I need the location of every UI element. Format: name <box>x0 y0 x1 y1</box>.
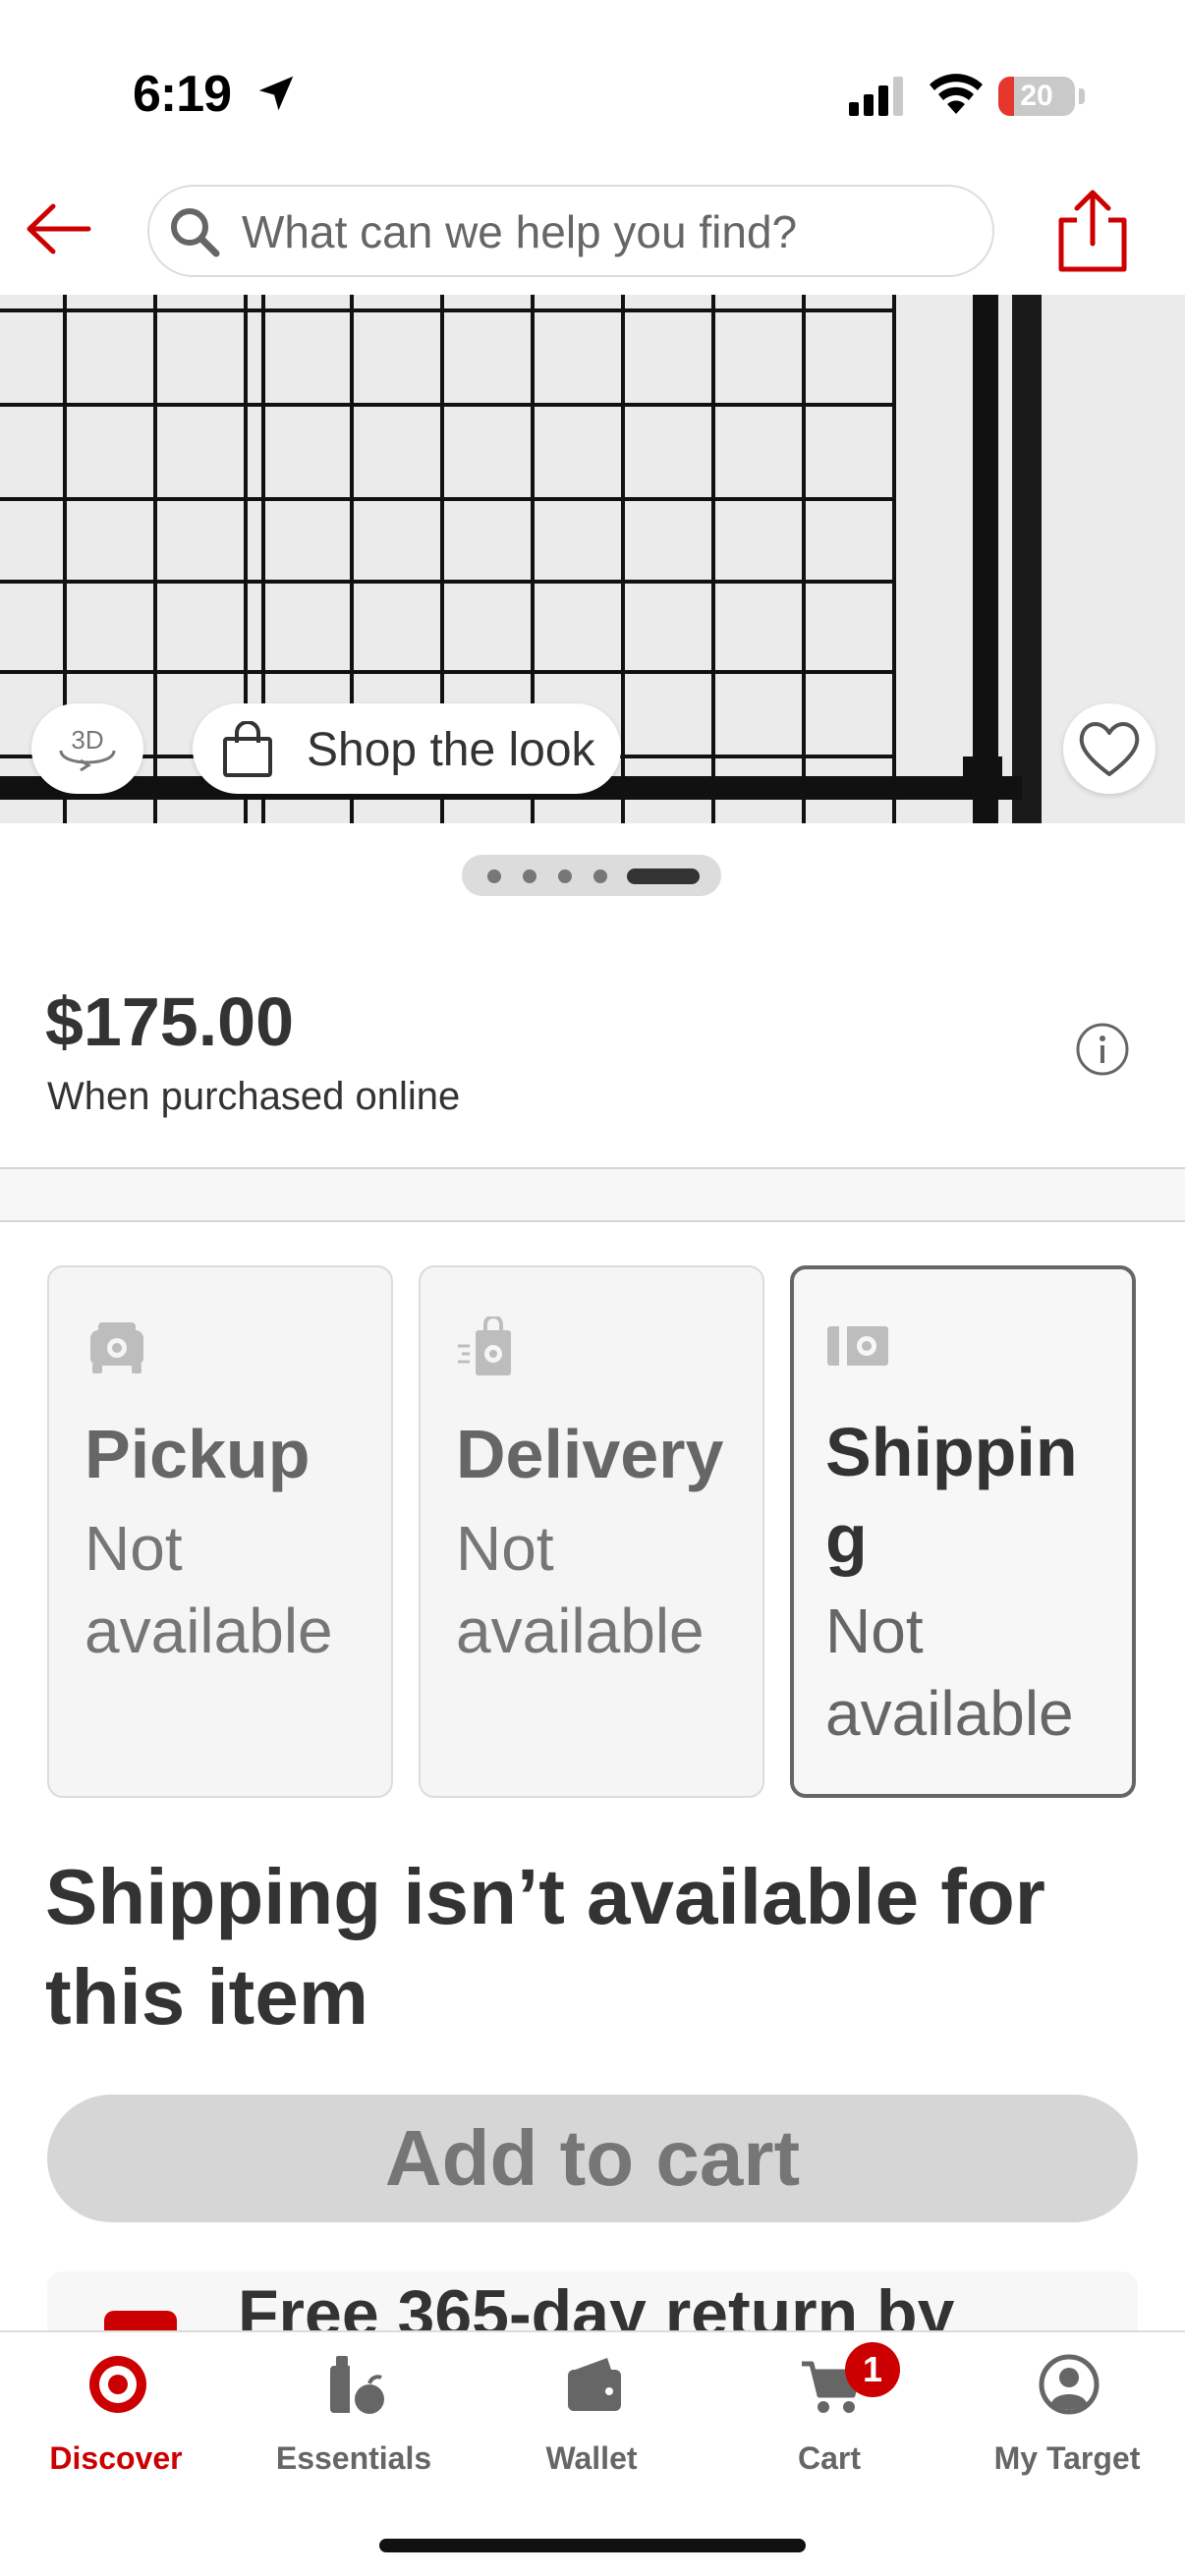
tab-discover[interactable]: Discover <box>8 2352 224 2490</box>
cart-count-badge: 1 <box>845 2342 900 2397</box>
fulfillment-title: Delivery <box>456 1416 724 1492</box>
fulfillment-title: Pickup <box>85 1416 310 1492</box>
info-icon[interactable] <box>1075 1022 1130 1077</box>
fulfillment-option-pickup[interactable]: Pickup Not available <box>47 1265 393 1798</box>
wifi-icon <box>930 74 983 114</box>
tab-label: Cart <box>797 2440 861 2476</box>
fulfillment-status: Not available <box>456 1513 705 1666</box>
status-bar: 6:19 20 <box>0 0 1185 167</box>
essentials-icon <box>330 2356 384 2414</box>
tab-essentials[interactable]: Essentials <box>246 2352 462 2490</box>
carousel-dot[interactable] <box>593 869 607 883</box>
share-icon[interactable] <box>1055 187 1130 275</box>
wallet-icon <box>568 2358 621 2411</box>
fulfillment-option-delivery[interactable]: Delivery Not available <box>419 1265 764 1798</box>
tab-label: Essentials <box>275 2440 432 2476</box>
search-icon <box>171 208 220 257</box>
search-input[interactable] <box>242 202 969 261</box>
tab-label: My Target <box>993 2440 1141 2476</box>
shopping-bag-icon <box>223 721 272 777</box>
fulfillment-status: Not available <box>85 1513 333 1666</box>
carousel-pagination[interactable] <box>462 855 721 896</box>
home-indicator[interactable] <box>379 2539 806 2552</box>
3d-rotate-icon: 3D <box>59 725 116 772</box>
status-time: 6:19 <box>133 66 232 123</box>
carousel-dot[interactable] <box>523 869 536 883</box>
view-3d-label: 3D <box>71 725 103 755</box>
tab-my-target[interactable]: My Target <box>959 2352 1175 2490</box>
fulfillment-title: Shipping <box>825 1414 1078 1577</box>
battery-indicator: 20 <box>998 77 1085 116</box>
shop-the-look-button[interactable]: Shop the look <box>193 703 621 794</box>
fulfillment-option-shipping[interactable]: Shipping Not available <box>790 1265 1136 1798</box>
carousel-dot[interactable] <box>558 869 572 883</box>
product-price: $175.00 <box>45 983 295 1060</box>
heart-icon <box>1079 722 1140 776</box>
add-to-cart-button[interactable]: Add to cart <box>47 2095 1138 2222</box>
user-circle-icon <box>1039 2354 1100 2415</box>
bag-delivery-icon <box>458 1316 511 1375</box>
fulfillment-status: Not available <box>825 1596 1074 1749</box>
shop-the-look-label: Shop the look <box>307 724 595 776</box>
tab-cart[interactable]: Cart <box>721 2352 937 2490</box>
tab-label: Wallet <box>545 2440 638 2476</box>
carousel-dot-active[interactable] <box>627 868 700 884</box>
back-arrow-icon[interactable] <box>20 195 98 263</box>
view-3d-button[interactable]: 3D <box>31 703 143 794</box>
tab-wallet[interactable]: Wallet <box>483 2352 700 2490</box>
location-arrow-icon <box>258 76 294 111</box>
fulfillment-message: Shipping isn’t available for this item <box>45 1853 1045 2041</box>
favorite-button[interactable] <box>1063 703 1156 794</box>
section-divider <box>0 1167 1185 1222</box>
tab-label: Discover <box>49 2440 183 2476</box>
cellular-signal-icon <box>849 77 903 116</box>
battery-percent: 20 <box>1020 80 1053 112</box>
price-note: When purchased online <box>47 1075 461 1118</box>
carousel-dot[interactable] <box>487 869 501 883</box>
car-icon <box>90 1322 143 1373</box>
shipping-box-icon <box>827 1326 888 1366</box>
target-bullseye-icon <box>89 2356 146 2413</box>
